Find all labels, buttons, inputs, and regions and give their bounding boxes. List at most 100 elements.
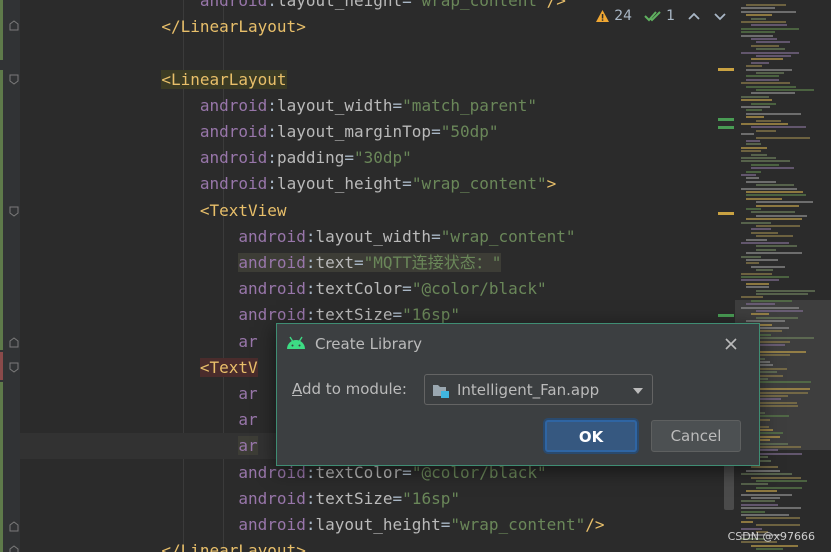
weak-warnings-count: 1 — [666, 8, 675, 24]
code-line[interactable]: </LinearLayout> — [20, 538, 737, 552]
minimap-line — [756, 486, 802, 489]
minimap-line — [751, 381, 811, 384]
vcs-change-marker[interactable] — [0, 382, 3, 552]
code-line[interactable]: android:textColor="@color/black" — [20, 276, 737, 302]
code-line[interactable]: android:layout_height="wrap_content"/> — [20, 512, 737, 538]
vcs-change-marker[interactable] — [0, 70, 3, 350]
code-line[interactable]: android:layout_width="match_parent" — [20, 93, 737, 119]
minimap-line — [741, 507, 801, 510]
ok-button[interactable]: OK — [545, 420, 637, 452]
inspection-widget[interactable]: 24 1 — [595, 6, 727, 26]
code-line[interactable]: android:layout_height="wrap_content"> — [20, 171, 737, 197]
code-token: layout_marginTop — [276, 122, 432, 141]
minimap-line — [756, 129, 776, 132]
minimap-line — [746, 469, 780, 472]
minimap-line — [746, 490, 777, 493]
code-token: android — [238, 226, 306, 246]
fold-end-icon[interactable] — [9, 521, 19, 532]
warning-stripe-marker[interactable] — [718, 212, 734, 215]
warning-stripe-marker[interactable] — [718, 68, 734, 71]
weak-warnings-indicator[interactable]: 1 — [644, 8, 675, 24]
minimap-line — [751, 265, 785, 268]
close-icon[interactable] — [723, 336, 739, 352]
minimap-line — [741, 272, 772, 275]
code-line[interactable]: android:layout_width="wrap_content" — [20, 224, 737, 250]
minimap-line — [741, 514, 789, 516]
module-label: Add to module: — [292, 380, 407, 398]
dialog-title-bar[interactable]: Create Library — [277, 324, 759, 364]
minimap-line — [741, 123, 788, 125]
minimap-line — [746, 143, 761, 146]
minimap-line — [751, 38, 777, 40]
minimap-line — [751, 58, 783, 61]
minimap-line — [756, 89, 814, 91]
fold-end-icon[interactable] — [9, 20, 19, 31]
code-minimap[interactable] — [735, 0, 831, 552]
vertical-scrollbar-thumb[interactable] — [724, 462, 734, 510]
code-token: : — [267, 95, 277, 115]
minimap-line — [741, 174, 756, 176]
code-line[interactable]: android:textSize="16sp" — [20, 486, 737, 512]
code-token: "match_parent" — [402, 95, 538, 115]
minimap-line — [756, 48, 785, 51]
cancel-button[interactable]: Cancel — [651, 420, 741, 452]
minimap-line — [751, 228, 771, 231]
minimap-line — [751, 476, 801, 479]
code-token: layout_width — [315, 226, 432, 246]
info-stripe-marker[interactable] — [718, 126, 734, 129]
fold-start-icon[interactable] — [9, 74, 19, 85]
warning-triangle-icon — [596, 10, 610, 22]
info-stripe-marker[interactable] — [718, 314, 734, 317]
code-line[interactable] — [20, 40, 737, 66]
fold-end-icon[interactable] — [9, 545, 19, 552]
minimap-line — [756, 388, 810, 391]
vcs-change-marker[interactable] — [0, 352, 3, 380]
code-token: = — [402, 279, 412, 299]
minimap-line — [746, 208, 761, 210]
minimap-line — [756, 214, 807, 217]
minimap-line — [746, 75, 779, 78]
code-line[interactable]: android:layout_marginTop="50dp" — [20, 119, 737, 145]
code-token: ar — [238, 331, 258, 351]
minimap-line — [741, 21, 786, 23]
code-token: <LinearLayout — [161, 69, 287, 89]
minimap-line — [751, 167, 794, 170]
code-token: = — [344, 148, 355, 168]
minimap-line — [756, 204, 799, 207]
chevron-up-icon[interactable] — [687, 9, 701, 23]
code-token: /> — [546, 0, 566, 10]
code-token: = — [402, 174, 412, 194]
code-line[interactable]: <TextView — [20, 198, 737, 224]
fold-end-icon[interactable] — [9, 337, 19, 348]
warnings-indicator[interactable]: 24 — [595, 8, 632, 24]
fold-start-icon[interactable] — [9, 206, 19, 217]
code-editor[interactable]: android:layout_height="wrap_content"/> <… — [20, 0, 737, 552]
minimap-line — [741, 34, 773, 37]
minimap-line — [751, 163, 779, 166]
minimap-line — [756, 480, 807, 482]
minimap-line — [751, 544, 798, 547]
info-stripe-marker[interactable] — [718, 118, 734, 121]
code-token: android — [238, 253, 306, 272]
fold-start-icon[interactable] — [9, 362, 19, 373]
code-token: "30dp" — [354, 148, 412, 168]
minimap-line — [741, 242, 789, 244]
minimap-line — [741, 82, 790, 85]
minimap-line — [756, 340, 790, 343]
minimap-line — [746, 116, 764, 119]
chevron-down-icon[interactable] — [713, 9, 727, 23]
minimap-line — [756, 225, 800, 227]
module-dropdown[interactable]: Intelligent_Fan.app — [424, 374, 653, 405]
code-line[interactable]: <LinearLayout — [20, 67, 737, 93]
code-line[interactable]: android:text="MQTT连接状态：" — [20, 250, 737, 276]
vcs-change-marker[interactable] — [0, 0, 3, 60]
code-line[interactable]: android:padding="30dp" — [20, 145, 737, 171]
